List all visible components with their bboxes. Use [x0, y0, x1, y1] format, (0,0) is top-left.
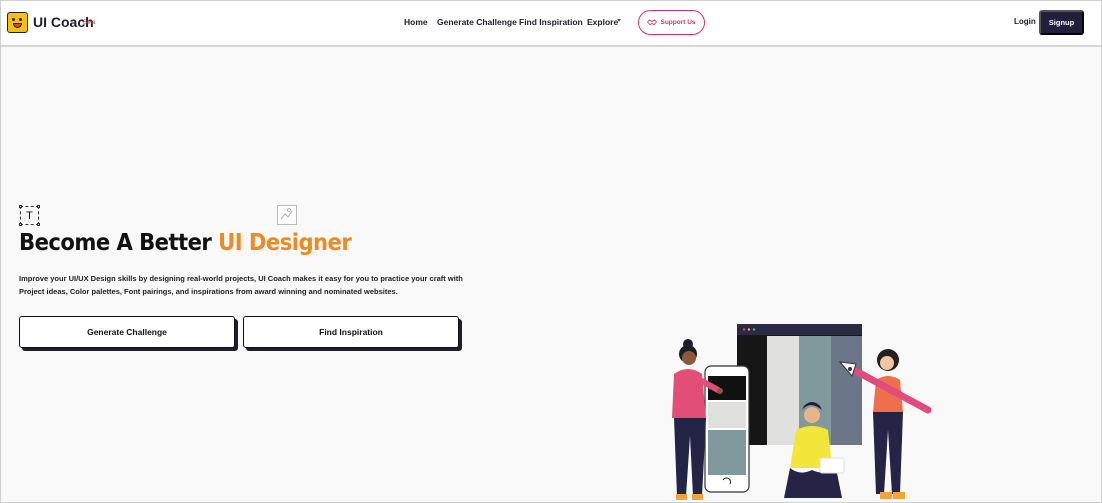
support-us-button[interactable]: Support Us	[638, 10, 705, 35]
nav-home[interactable]: Home	[404, 17, 428, 27]
handshake-icon	[647, 19, 658, 26]
image-placeholder-icon	[277, 205, 297, 225]
chevron-down-icon[interactable]	[617, 19, 621, 22]
beta-badge: Beta	[83, 20, 96, 26]
support-us-label: Support Us	[660, 19, 696, 26]
hero-title-accent: UI Designer	[218, 230, 352, 256]
login-link[interactable]: Login	[1014, 17, 1036, 26]
ui-coach-logo-icon[interactable]	[7, 12, 28, 33]
designers-illustration	[672, 324, 932, 500]
generate-challenge-button[interactable]: Generate Challenge	[19, 316, 235, 348]
text-tool-icon: T	[19, 205, 40, 226]
hero-title-prefix: Become A Better	[19, 230, 212, 256]
nav-generate-challenge[interactable]: Generate Challenge	[437, 17, 517, 27]
signup-button[interactable]: Signup	[1039, 10, 1084, 35]
find-inspiration-button[interactable]: Find Inspiration	[243, 316, 459, 348]
text-tool-glyph: T	[26, 209, 33, 222]
nav-explore[interactable]: Explore	[587, 17, 618, 27]
top-navbar: UI Coach Beta Home Generate Challenge Fi…	[1, 1, 1101, 47]
hero-description: Improve your UI/UX Design skills by desi…	[19, 274, 463, 296]
hero-title: Become A Better UI Designer	[19, 230, 352, 256]
nav-find-inspiration[interactable]: Find Inspiration	[519, 17, 583, 27]
